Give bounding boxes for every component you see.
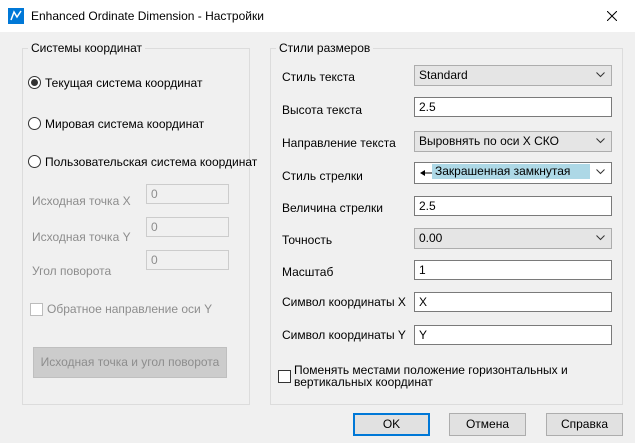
symbol-x-field[interactable]: X — [414, 292, 612, 312]
radio-current-ucs[interactable] — [28, 76, 41, 89]
dimension-styles-group: Стили размеров — [270, 41, 623, 405]
text-height-label: Высота текста — [282, 103, 362, 117]
arrow-size-label: Величина стрелки — [282, 201, 383, 215]
arrow-size-field[interactable]: 2.5 — [414, 196, 612, 216]
symbol-x-label: Символ координаты X — [282, 295, 406, 309]
text-style-select[interactable]: Standard — [414, 65, 612, 86]
radio-user-cs-label[interactable]: Пользовательская система координат — [45, 155, 257, 169]
chevron-down-icon — [596, 72, 605, 78]
text-style-label: Стиль текста — [282, 70, 355, 84]
text-height-field[interactable]: 2.5 — [414, 97, 612, 117]
rotation-label: Угол поворота — [32, 264, 112, 278]
ok-button[interactable]: OK — [353, 413, 430, 436]
radio-world-cs-label[interactable]: Мировая система координат — [45, 117, 204, 131]
origin-y-label: Исходная точка Y — [32, 230, 131, 244]
swap-coords-checkbox[interactable] — [278, 370, 291, 383]
radio-user-cs[interactable] — [28, 155, 41, 168]
text-direction-label: Направление текста — [282, 136, 396, 150]
close-button[interactable] — [589, 0, 635, 32]
radio-current-ucs-label[interactable]: Текущая система координат — [45, 76, 202, 90]
filled-arrow-icon — [420, 170, 432, 176]
arrow-style-label: Стиль стрелки — [282, 169, 363, 183]
precision-select[interactable]: 0.00 — [414, 228, 612, 249]
chevron-down-icon — [596, 235, 605, 241]
chevron-down-icon — [596, 169, 605, 175]
precision-label: Точность — [282, 233, 333, 247]
arrow-style-value: Закрашенная замкнутая — [432, 164, 590, 179]
title-bar: Enhanced Ordinate Dimension - Настройки — [0, 0, 635, 32]
help-button[interactable]: Справка — [546, 413, 623, 436]
symbol-y-field[interactable]: Y — [414, 325, 612, 345]
origin-x-field[interactable]: 0 — [146, 184, 229, 204]
window-title: Enhanced Ordinate Dimension - Настройки — [31, 9, 264, 23]
arrow-style-select[interactable]: Закрашенная замкнутая — [414, 162, 612, 184]
cancel-button[interactable]: Отмена — [449, 413, 526, 436]
coordinate-systems-legend: Системы координат — [31, 41, 142, 55]
text-direction-select[interactable]: Выровнять по оси X СКО — [414, 131, 612, 152]
pick-origin-rotation-button[interactable]: Исходная точка и угол поворота — [33, 347, 227, 378]
origin-y-field[interactable]: 0 — [146, 217, 229, 237]
text-style-value: Standard — [419, 68, 468, 82]
dimension-styles-legend: Стили размеров — [279, 41, 371, 55]
origin-x-label: Исходная точка X — [32, 194, 131, 208]
rotation-field[interactable]: 0 — [146, 250, 229, 270]
precision-value: 0.00 — [419, 231, 443, 245]
reverse-y-checkbox[interactable] — [30, 303, 43, 316]
radio-world-cs[interactable] — [28, 117, 41, 130]
swap-coords-label-line2: вертикальных координат — [294, 375, 433, 389]
scale-label: Масштаб — [282, 265, 334, 279]
chevron-down-icon — [596, 138, 605, 144]
text-direction-value: Выровнять по оси X СКО — [419, 134, 559, 148]
reverse-y-label: Обратное направление оси Y — [47, 302, 213, 316]
close-icon — [607, 11, 617, 21]
symbol-y-label: Символ координаты Y — [282, 328, 406, 342]
scale-field[interactable]: 1 — [414, 260, 612, 280]
dimension-app-icon — [8, 8, 24, 24]
